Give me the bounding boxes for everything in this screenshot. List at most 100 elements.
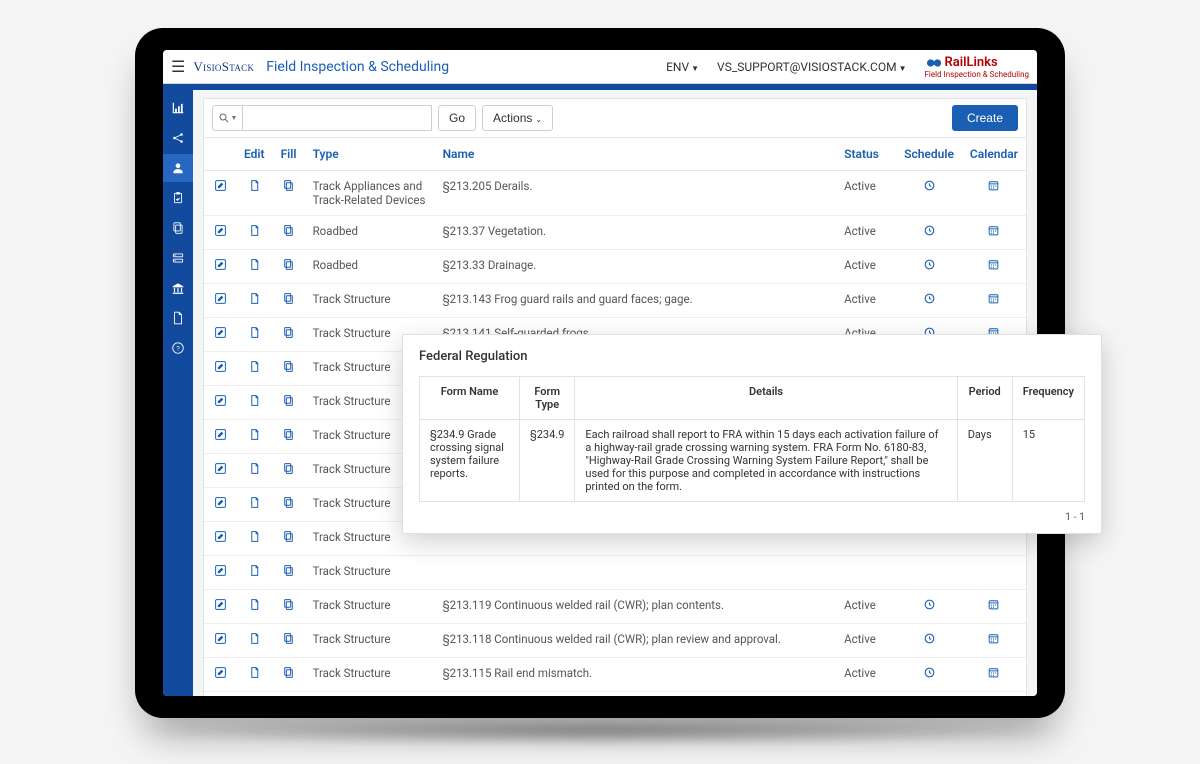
row-calendar-button[interactable] <box>987 181 1000 196</box>
col-fill[interactable]: Fill <box>273 138 305 171</box>
user-menu[interactable]: VS_SUPPORT@VISIOSTACK.COM▼ <box>717 60 906 74</box>
row-schedule-button[interactable] <box>923 260 936 275</box>
row-edit-button[interactable] <box>214 566 227 581</box>
row-edit-button[interactable] <box>214 498 227 513</box>
sidebar-item-chart[interactable] <box>163 94 193 122</box>
row-doc-button[interactable] <box>248 396 261 411</box>
row-fill-button[interactable] <box>282 464 295 479</box>
row-edit-button[interactable] <box>214 464 227 479</box>
menu-icon[interactable]: ☰ <box>171 57 185 76</box>
row-schedule-button[interactable] <box>923 668 936 683</box>
row-doc-button[interactable] <box>248 634 261 649</box>
popup-col-frequency: Frequency <box>1012 377 1084 420</box>
row-edit-button[interactable] <box>214 181 227 196</box>
row-fill-button[interactable] <box>282 566 295 581</box>
row-doc-button[interactable] <box>248 294 261 309</box>
row-fill-button[interactable] <box>282 634 295 649</box>
row-doc-button[interactable] <box>248 226 261 241</box>
row-doc-button[interactable] <box>248 328 261 343</box>
topbar: ☰ VisioStack Field Inspection & Scheduli… <box>163 50 1037 84</box>
row-edit-button[interactable] <box>214 634 227 649</box>
sidebar-item-server[interactable] <box>163 244 193 272</box>
row-edit-button[interactable] <box>214 362 227 377</box>
row-doc-button[interactable] <box>248 668 261 683</box>
row-fill-button[interactable] <box>282 294 295 309</box>
row-doc-button[interactable] <box>248 498 261 513</box>
row-name: §213.33 Drainage. <box>435 250 837 284</box>
row-edit-button[interactable] <box>214 600 227 615</box>
row-fill-button[interactable] <box>282 260 295 275</box>
row-edit-button[interactable] <box>214 226 227 241</box>
col-schedule[interactable]: Schedule <box>896 138 962 171</box>
row-fill-button[interactable] <box>282 362 295 377</box>
popup-title: Federal Regulation <box>419 349 1085 364</box>
col-calendar[interactable]: Calendar <box>962 138 1026 171</box>
row-edit-button[interactable] <box>214 396 227 411</box>
row-edit-button[interactable] <box>214 328 227 343</box>
col-name[interactable]: Name <box>435 138 837 171</box>
clipboard-icon <box>171 191 185 205</box>
row-fill-button[interactable] <box>282 328 295 343</box>
col-edit[interactable]: Edit <box>236 138 273 171</box>
go-button[interactable]: Go <box>438 105 476 131</box>
row-calendar-button[interactable] <box>987 668 1000 683</box>
row-name: §213.115 Rail end mismatch. <box>435 658 837 692</box>
row-doc-button[interactable] <box>248 362 261 377</box>
row-schedule-button[interactable] <box>923 634 936 649</box>
row-schedule-button[interactable] <box>923 181 936 196</box>
row-calendar-button[interactable] <box>987 260 1000 275</box>
sidebar-item-copy[interactable] <box>163 214 193 242</box>
row-doc-button[interactable] <box>248 532 261 547</box>
row-calendar-button[interactable] <box>987 226 1000 241</box>
sidebar-item-file[interactable] <box>163 304 193 332</box>
chevron-down-icon: ⌄ <box>535 115 542 124</box>
row-schedule-button[interactable] <box>923 600 936 615</box>
sidebar-item-help[interactable]: ? <box>163 334 193 362</box>
create-button[interactable]: Create <box>952 105 1018 131</box>
row-schedule-button[interactable] <box>923 294 936 309</box>
row-edit-button[interactable] <box>214 294 227 309</box>
row-fill-button[interactable] <box>282 181 295 196</box>
sidebar-item-user[interactable] <box>163 154 193 182</box>
table-row: Track Structure§213.143 Frog guard rails… <box>204 284 1026 318</box>
sidebar-item-share[interactable] <box>163 124 193 152</box>
row-doc-button[interactable] <box>248 566 261 581</box>
toolbar: ▼ Go Actions⌄ Create <box>204 99 1026 137</box>
row-doc-button[interactable] <box>248 600 261 615</box>
row-fill-button[interactable] <box>282 498 295 513</box>
row-fill-button[interactable] <box>282 668 295 683</box>
row-edit-button[interactable] <box>214 260 227 275</box>
bank-icon <box>171 281 185 295</box>
row-doc-button[interactable] <box>248 260 261 275</box>
search-input[interactable] <box>242 105 432 131</box>
row-calendar-button[interactable] <box>987 600 1000 615</box>
help-icon: ? <box>171 341 185 355</box>
row-doc-button[interactable] <box>248 430 261 445</box>
row-edit-button[interactable] <box>214 430 227 445</box>
row-schedule-button[interactable] <box>923 226 936 241</box>
row-name: §213.113 Defective rails. <box>435 692 837 697</box>
col-blank <box>204 138 236 171</box>
row-fill-button[interactable] <box>282 430 295 445</box>
row-fill-button[interactable] <box>282 396 295 411</box>
row-fill-button[interactable] <box>282 226 295 241</box>
row-calendar-button[interactable] <box>987 294 1000 309</box>
row-name: §213.37 Vegetation. <box>435 216 837 250</box>
actions-button[interactable]: Actions⌄ <box>482 105 553 131</box>
row-status: Active <box>836 692 896 697</box>
sidebar-item-gov[interactable] <box>163 274 193 302</box>
server-icon <box>171 251 185 265</box>
row-edit-button[interactable] <box>214 532 227 547</box>
env-selector[interactable]: ENV▼ <box>666 60 699 74</box>
row-edit-button[interactable] <box>214 668 227 683</box>
col-type[interactable]: Type <box>305 138 435 171</box>
row-calendar-button[interactable] <box>987 634 1000 649</box>
row-doc-button[interactable] <box>248 181 261 196</box>
col-status[interactable]: Status <box>836 138 896 171</box>
row-fill-button[interactable] <box>282 532 295 547</box>
sidebar-item-clipboard[interactable] <box>163 184 193 212</box>
search-icon-button[interactable]: ▼ <box>212 105 242 131</box>
row-status: Active <box>836 590 896 624</box>
row-fill-button[interactable] <box>282 600 295 615</box>
row-doc-button[interactable] <box>248 464 261 479</box>
